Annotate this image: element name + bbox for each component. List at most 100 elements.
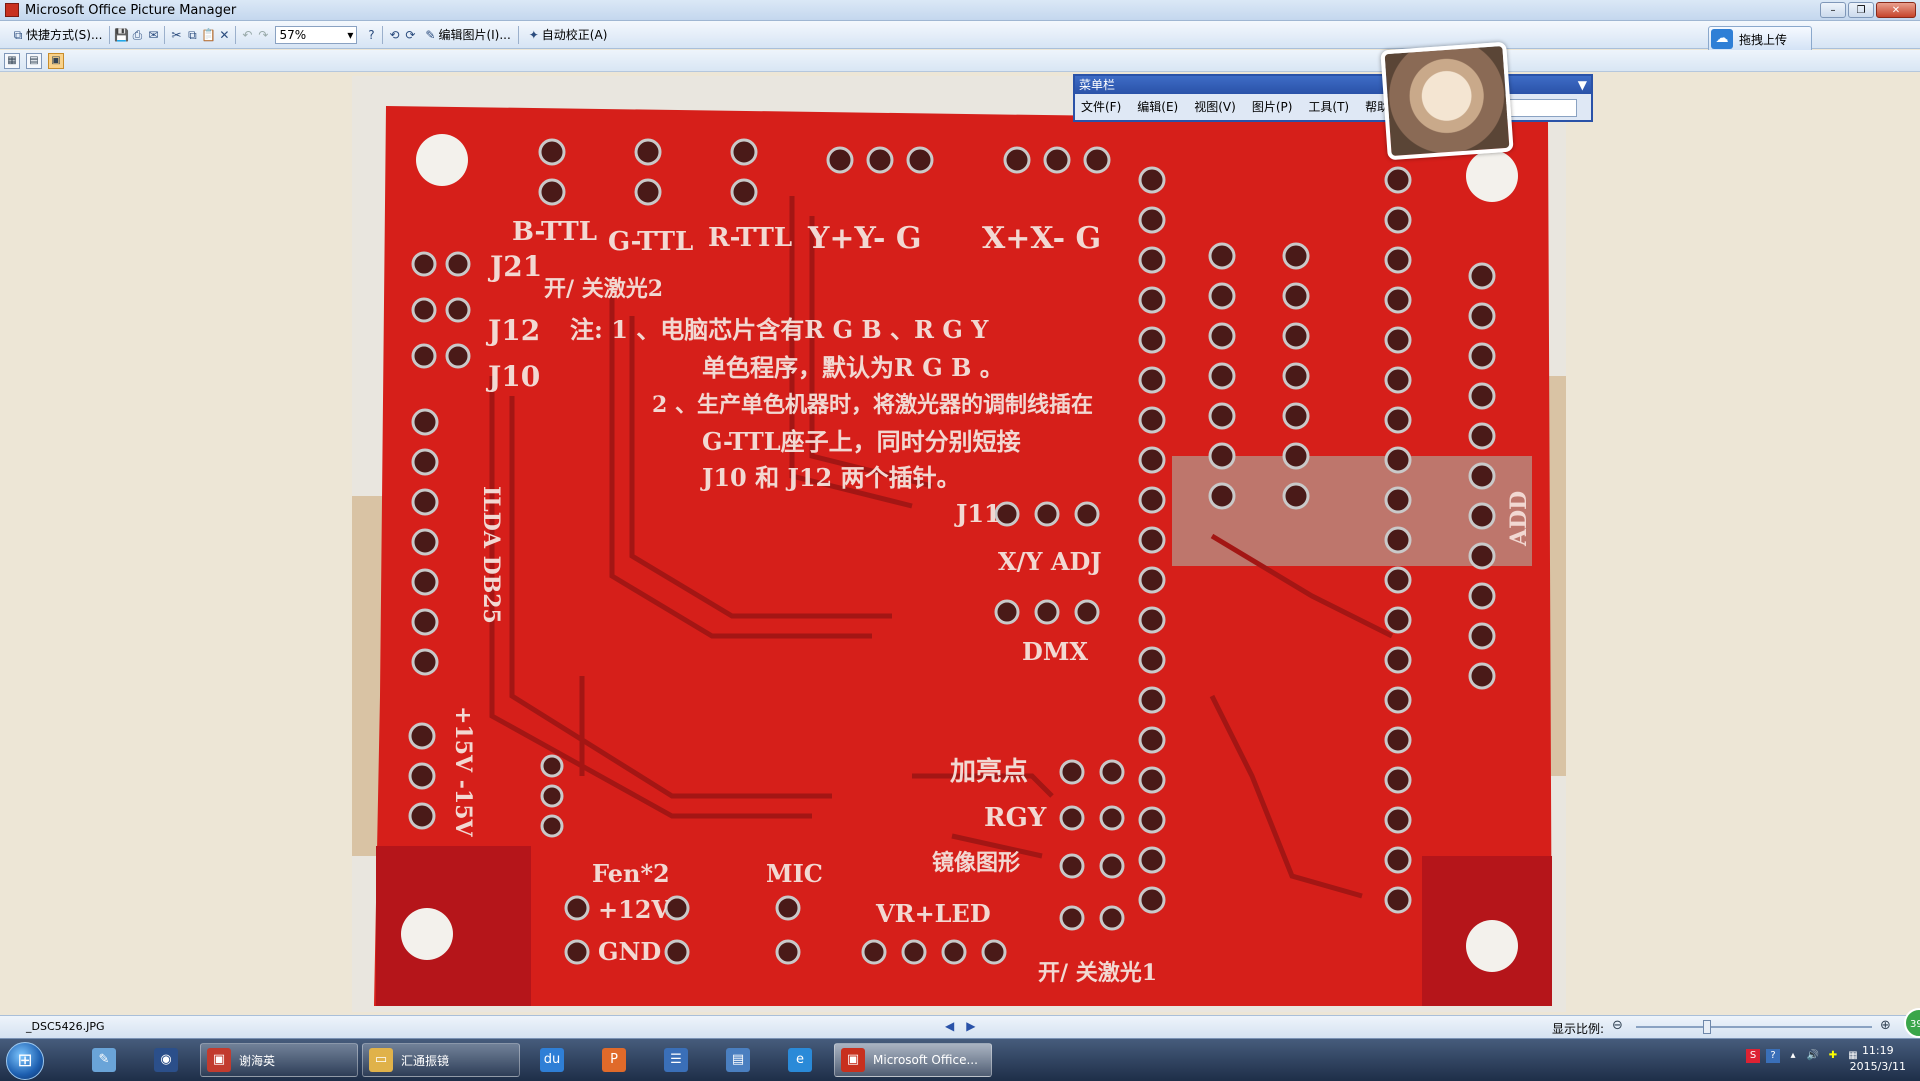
zoom-value: 57% — [279, 27, 307, 42]
title-bar: Microsoft Office Picture Manager – ❐ ✕ — [0, 0, 1920, 21]
floating-menu-header[interactable]: 菜单栏 ▼ — [1075, 76, 1591, 94]
mount-hole — [401, 908, 453, 960]
close-button[interactable]: ✕ — [1876, 2, 1916, 18]
taskbar-pinned-app[interactable]: e — [774, 1043, 826, 1077]
taskbar-pinned-app[interactable]: ◉ — [140, 1043, 192, 1077]
toolbar-separator — [109, 25, 111, 44]
cloud-upload-icon: ☁ — [1711, 29, 1733, 49]
shortcuts-label: 快捷方式(S)... — [26, 28, 103, 42]
taskbar-pinned-app[interactable]: ▤ — [712, 1043, 764, 1077]
rotate-left-icon[interactable]: ⟲ — [386, 27, 402, 43]
menu-picture[interactable]: 图片(P) — [1252, 98, 1293, 115]
next-picture-icon[interactable]: ▶ — [966, 1019, 975, 1033]
edit-pictures-label: 编辑图片(I)... — [438, 28, 511, 42]
filmstrip-view-icon[interactable]: ▤ — [26, 52, 42, 69]
paste-icon[interactable]: 📋 — [200, 27, 216, 43]
silk-vr-led: VR+LED — [875, 899, 991, 928]
menu-edit[interactable]: 编辑(E) — [1137, 98, 1178, 115]
rotate-right-icon[interactable]: ⟳ — [402, 27, 418, 43]
edit-pictures-button[interactable]: ✎ 编辑图片(I)... — [418, 24, 514, 46]
menu-view[interactable]: 视图(V) — [1194, 98, 1236, 115]
zoom-in-icon[interactable]: ⊕ — [1880, 1018, 1891, 1033]
photo-icon: ▣ — [207, 1048, 231, 1072]
picture-manager-icon: ▣ — [841, 1048, 865, 1072]
floating-menu-bar: 菜单栏 ▼ 文件(F) 编辑(E) 视图(V) 图片(P) 工具(T) 帮助 问… — [1073, 74, 1593, 122]
silk-brightpoint: 加亮点 — [950, 756, 1028, 787]
silk-gnd: GND — [598, 937, 661, 966]
shortcuts-icon: ⧉ — [13, 27, 23, 42]
picture-navigation: ◀ ▶ — [945, 1019, 975, 1033]
toolbar-separator — [382, 25, 384, 44]
chevron-down-icon[interactable]: ▼ — [1578, 76, 1587, 94]
save-icon[interactable]: 💾 — [113, 27, 129, 43]
chevron-down-icon: ▾ — [347, 27, 354, 42]
menu-tools[interactable]: 工具(T) — [1308, 98, 1349, 115]
redo-icon[interactable]: ↷ — [255, 27, 271, 43]
taskbar-clock[interactable]: 11:19 2015/3/11 — [1850, 1043, 1906, 1075]
taskbar-pinned-app[interactable]: ☰ — [650, 1043, 702, 1077]
silk-laser1: 开/ 关激光1 — [1038, 960, 1157, 986]
previous-picture-icon[interactable]: ◀ — [945, 1019, 954, 1033]
silk-j12: J12 — [485, 314, 540, 347]
upload-button[interactable]: ☁ 拖拽上传 — [1708, 26, 1812, 52]
menu-file[interactable]: 文件(F) — [1081, 98, 1121, 115]
silk-g-ttl: G-TTL — [608, 227, 693, 257]
baidu-cloud-icon: du — [540, 1048, 564, 1072]
mount-hole — [1466, 920, 1518, 972]
taskbar-button-photo[interactable]: ▣ 谢海英 — [200, 1043, 358, 1077]
email-icon[interactable]: ✉ — [145, 27, 161, 43]
zoom-slider[interactable] — [1636, 1020, 1872, 1034]
mount-hole — [1466, 150, 1518, 202]
silk-j21: J21 — [487, 250, 542, 283]
toolbar-separator — [517, 25, 519, 44]
silk-mirror: 镜像图形 — [932, 850, 1020, 876]
current-filename: _DSC5426.JPG — [26, 1020, 105, 1033]
copy-icon[interactable]: ⧉ — [184, 27, 200, 43]
toolbar-separator — [164, 25, 166, 44]
ground-pad-left — [376, 846, 531, 1006]
auto-correct-button[interactable]: ✦ 自动校正(A) — [522, 24, 612, 46]
delete-icon[interactable]: ✕ — [216, 27, 232, 43]
cut-icon[interactable]: ✂ — [168, 27, 184, 43]
pcb-photo: B-TTL G-TTL R-TTL Y+Y- G X+X- G J21 开/ 关… — [352, 76, 1566, 1012]
picture-manager-icon — [5, 3, 19, 17]
clock-time: 11:19 — [1861, 1044, 1894, 1057]
zoom-out-icon[interactable]: ⊖ — [1612, 1018, 1623, 1033]
start-button[interactable]: ⊞ — [6, 1042, 44, 1080]
taskbar-button-picture-manager[interactable]: ▣ Microsoft Office... — [834, 1043, 992, 1077]
print-icon[interactable]: ⎙ — [129, 27, 145, 43]
silk-xy-adj: X/Y ADJ — [998, 547, 1102, 576]
shortcuts-button[interactable]: ⧉ 快捷方式(S)... — [6, 24, 106, 46]
silk-note-line2: 单色程序，默认为R G B 。 — [702, 353, 1004, 382]
zoom-label: 显示比例: — [1552, 1022, 1605, 1036]
folder-icon: ▭ — [369, 1048, 393, 1072]
window-title: Microsoft Office Picture Manager — [25, 2, 237, 18]
taskbar-label: 谢海英 — [239, 1053, 276, 1068]
input-method-icon[interactable]: S — [1746, 1049, 1760, 1063]
mount-hole — [416, 134, 468, 186]
volume-icon[interactable]: 🔊 — [1806, 1049, 1820, 1063]
maximize-button[interactable]: ❐ — [1848, 2, 1874, 18]
thumbnail-view-icon[interactable]: ▦ — [4, 52, 20, 69]
minimize-button[interactable]: – — [1820, 2, 1846, 18]
single-picture-view-icon[interactable]: ▣ — [48, 52, 64, 69]
show-hidden-icons-icon[interactable]: ▴ — [1786, 1049, 1800, 1063]
windows-logo-icon: ⊞ — [17, 1050, 33, 1071]
taskbar-pinned-app[interactable]: P — [588, 1043, 640, 1077]
taskbar-pinned-app[interactable]: ✎ — [78, 1043, 130, 1077]
silk-add: ADD — [1506, 491, 1532, 547]
taskbar-label: Microsoft Office... — [873, 1053, 978, 1067]
window-controls: – ❐ ✕ — [1820, 2, 1916, 18]
help-icon[interactable]: ? — [1766, 1049, 1780, 1063]
windows-taskbar: ⊞ ✎ ◉ ▣ 谢海英 ▭ 汇通振镜 du P ☰ ▤ e ▣ Microsof… — [0, 1038, 1920, 1081]
taskbar-button-folder[interactable]: ▭ 汇通振镜 — [362, 1043, 520, 1077]
zoom-select[interactable]: 57% ▾ — [275, 25, 358, 44]
security-icon[interactable]: ✚ — [1826, 1049, 1840, 1063]
zoom-slider-thumb[interactable] — [1702, 1020, 1711, 1034]
silk-b-ttl: B-TTL — [512, 217, 597, 247]
cat-sticker-image — [1380, 41, 1514, 161]
taskbar-pinned-app[interactable]: du — [526, 1043, 578, 1077]
taskbar-label: 汇通振镜 — [401, 1053, 450, 1068]
help-icon[interactable]: ? — [363, 27, 379, 43]
undo-icon[interactable]: ↶ — [239, 27, 255, 43]
